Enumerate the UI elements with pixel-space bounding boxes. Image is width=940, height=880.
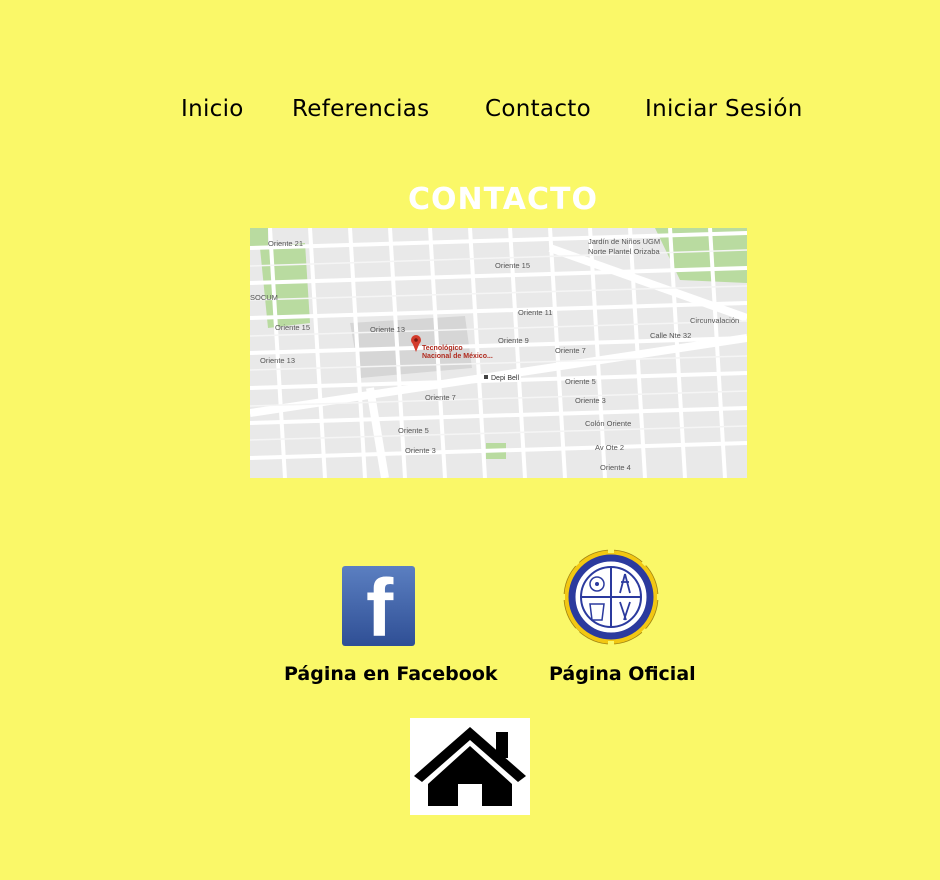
map-label: Av Ote 2	[595, 443, 624, 452]
map-label: Circunvalación	[690, 316, 739, 325]
official-page-link[interactable]: Página Oficial	[549, 663, 696, 685]
map-label: Oriente 5	[398, 426, 429, 435]
map-label: Calle Nte 32	[650, 331, 691, 340]
map-label: Norte Plantel Orizaba	[588, 247, 661, 256]
institution-seal-icon[interactable]	[560, 548, 662, 646]
map-label-depi: Depi Bell	[491, 375, 519, 382]
map-graphic: Jardín de Niños UGM Norte Plantel Orizab…	[250, 228, 747, 478]
page-title: CONTACTO	[408, 182, 598, 217]
map-label: Oriente 15	[495, 261, 530, 270]
map-label: SOCUM	[250, 293, 278, 302]
facebook-page-link[interactable]: Página en Facebook	[284, 663, 498, 685]
location-map[interactable]: Jardín de Niños UGM Norte Plantel Orizab…	[250, 228, 747, 478]
map-label: Oriente 13	[370, 325, 405, 334]
nav-link-iniciar-sesion[interactable]: Iniciar Sesión	[645, 96, 803, 122]
map-label: Oriente 7	[555, 346, 586, 355]
map-label-tec: Tecnológico	[422, 345, 463, 352]
map-label: Oriente 9	[498, 336, 529, 345]
facebook-logo-icon[interactable]: f	[342, 566, 415, 650]
map-label: Oriente 13	[260, 356, 295, 365]
nav-link-contacto[interactable]: Contacto	[485, 96, 591, 122]
nav-link-referencias[interactable]: Referencias	[292, 96, 429, 122]
map-label: Oriente 3	[575, 396, 606, 405]
map-label-tec: Nacional de México...	[422, 353, 493, 360]
map-label: Jardín de Niños UGM	[588, 237, 660, 246]
map-label: Colón Oriente	[585, 419, 631, 428]
map-label: Oriente 15	[275, 323, 310, 332]
map-label: Oriente 7	[425, 393, 456, 402]
map-label: Oriente 3	[405, 446, 436, 455]
map-label: Oriente 11	[518, 308, 552, 317]
home-icon[interactable]	[410, 718, 530, 815]
map-label: Oriente 4	[600, 463, 631, 472]
map-label: Oriente 21	[268, 239, 303, 248]
nav-link-inicio[interactable]: Inicio	[181, 96, 244, 122]
map-label: Oriente 5	[565, 377, 596, 386]
